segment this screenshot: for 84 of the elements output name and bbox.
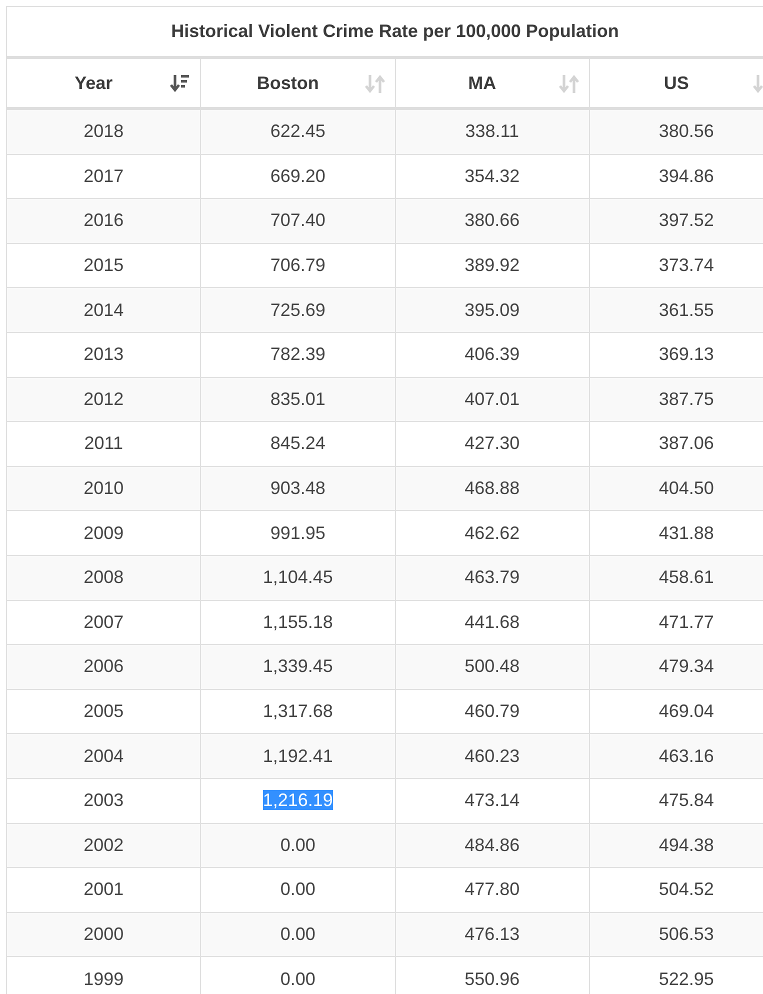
table-cell: 463.79 [464, 567, 520, 588]
table-cell: 725.69 [270, 300, 326, 320]
table-cell: 441.68 [464, 612, 520, 632]
table-cell: 361.55 [658, 300, 714, 320]
table-cell: 0.00 [280, 834, 316, 855]
table-cell: 479.34 [658, 656, 714, 676]
table-cell: 431.88 [658, 522, 714, 543]
table-cell: 504.52 [658, 879, 714, 900]
table-cell: 2006 [84, 656, 124, 676]
table-cell: 2014 [84, 300, 124, 320]
table-cell: 2004 [84, 746, 124, 766]
table-cell: 2001 [84, 879, 124, 900]
table-cell: 522.95 [658, 968, 714, 989]
table-cell: 460.23 [464, 746, 520, 766]
table-cell: 0.00 [280, 924, 316, 944]
table-cell: 469.04 [658, 701, 714, 722]
table-cell: 2008 [84, 567, 124, 588]
table-cell: 0.00 [280, 968, 316, 989]
table-cell: 1,317.68 [262, 701, 333, 722]
table-cell: 387.06 [658, 433, 714, 454]
table-cell: 468.88 [464, 478, 520, 498]
table-cell: 395.09 [464, 300, 520, 320]
table-cell: 462.62 [464, 522, 520, 543]
sort-descending-icon[interactable] [170, 74, 190, 94]
table-cell: 404.50 [658, 478, 714, 498]
table-cell: 1,104.45 [262, 567, 333, 588]
table-cell: 389.92 [464, 255, 520, 276]
table-cell: 1,192.41 [262, 746, 333, 766]
table-cell: 471.77 [658, 612, 714, 632]
sort-icon[interactable] [364, 74, 384, 94]
selected-text: 1,216.19 [262, 790, 333, 810]
table-cell: 845.24 [270, 433, 326, 454]
table-cell: 460.79 [464, 701, 520, 722]
table-cell: 2000 [84, 924, 124, 944]
table-cell: 2003 [84, 790, 124, 810]
table-cell: 406.39 [464, 344, 520, 364]
table-cell: 706.79 [270, 255, 326, 276]
table-cell: 2012 [84, 388, 124, 409]
table-cell: 2013 [84, 344, 124, 364]
table-cell: 407.01 [464, 388, 520, 409]
table-cell: 2015 [84, 255, 124, 276]
table-cell: 2009 [84, 522, 124, 543]
table-cell: 2002 [84, 834, 124, 855]
table-cell: 2017 [84, 166, 124, 186]
table-cell: 373.74 [658, 255, 714, 276]
table-cell: 380.66 [464, 210, 520, 230]
table-cell: 550.96 [464, 968, 520, 989]
table-cell: 484.86 [464, 834, 520, 855]
table-cell: 476.13 [464, 924, 520, 944]
table-cell: 387.75 [658, 388, 714, 409]
table-cell: 473.14 [464, 790, 520, 810]
table-cell: 380.56 [658, 121, 714, 142]
table-cell: 0.00 [280, 879, 316, 900]
table-cell: 1999 [84, 968, 124, 989]
table-cell: 903.48 [270, 478, 326, 498]
table-cell: 477.80 [464, 879, 520, 900]
table-cell: 2007 [84, 612, 124, 632]
sort-icon[interactable] [558, 74, 579, 94]
table-cell: 991.95 [270, 522, 326, 543]
table-cell: 2005 [84, 701, 124, 722]
table-cell: 2010 [84, 478, 124, 498]
table-cell: 500.48 [464, 656, 520, 676]
table-cell: 2018 [84, 121, 124, 142]
table-cell: 506.53 [658, 924, 714, 944]
table-cell: 338.11 [465, 121, 519, 142]
table-cell: 782.39 [270, 344, 326, 364]
table-cell: 458.61 [658, 567, 714, 588]
table-cell: 475.84 [658, 790, 714, 810]
table-cell: 394.86 [658, 166, 714, 186]
table-cell: 1,155.18 [262, 612, 333, 632]
table-cell: 397.52 [658, 210, 714, 230]
table-cell: 369.13 [658, 344, 714, 364]
table-title: Historical Violent Crime Rate per 100,000 Population [6, 6, 763, 58]
table-cell: 494.38 [658, 834, 714, 855]
table-cell: 835.01 [270, 388, 326, 409]
table-cell: 669.20 [270, 166, 326, 186]
table-cell: 1,339.45 [262, 656, 333, 676]
table-cell: 707.40 [270, 210, 326, 230]
table-cell: 2016 [84, 210, 124, 230]
table-cell: 354.32 [464, 166, 520, 186]
table-cell: 2011 [84, 433, 123, 454]
table-cell: 622.45 [270, 121, 326, 142]
table-cell: 427.30 [464, 433, 520, 454]
table-cell: 463.16 [658, 746, 714, 766]
